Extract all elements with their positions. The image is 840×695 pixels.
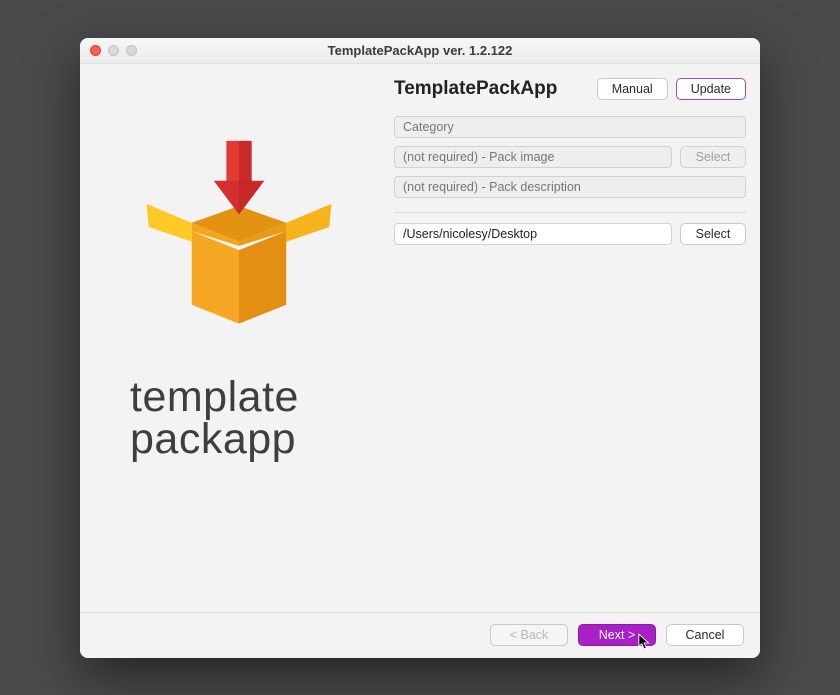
branding-panel: template packapp (94, 74, 384, 612)
window-body: template packapp TemplatePackApp Manual … (80, 64, 760, 612)
app-window: TemplatePackApp ver. 1.2.122 (80, 38, 760, 658)
brand-line2: packapp (130, 418, 299, 460)
divider (394, 212, 746, 213)
output-path-select-button[interactable]: Select (680, 223, 746, 245)
page-title: TemplatePackApp (394, 78, 589, 100)
titlebar: TemplatePackApp ver. 1.2.122 (80, 38, 760, 64)
back-button: < Back (490, 624, 568, 646)
pack-image-input[interactable] (394, 146, 672, 168)
form-header: TemplatePackApp Manual Update (394, 78, 746, 100)
output-path-row: Select (394, 223, 746, 245)
pack-image-select-button[interactable]: Select (680, 146, 746, 168)
box-arrow-icon (134, 122, 344, 332)
form-panel: TemplatePackApp Manual Update Select Sel… (394, 74, 746, 612)
close-icon[interactable] (90, 45, 101, 56)
manual-button[interactable]: Manual (597, 78, 668, 100)
output-path-input[interactable] (394, 223, 672, 245)
cancel-button[interactable]: Cancel (666, 624, 744, 646)
brand-wordmark: template packapp (94, 376, 299, 460)
window-controls (80, 45, 137, 56)
wizard-footer: < Back Next > Cancel (80, 612, 760, 658)
maximize-icon[interactable] (126, 45, 137, 56)
minimize-icon[interactable] (108, 45, 119, 56)
cursor-icon (638, 633, 652, 651)
window-title: TemplatePackApp ver. 1.2.122 (80, 43, 760, 58)
category-input[interactable] (394, 116, 746, 138)
category-row (394, 116, 746, 138)
next-button-label: Next > (599, 628, 635, 642)
pack-description-row (394, 176, 746, 198)
update-button[interactable]: Update (676, 78, 746, 100)
next-button[interactable]: Next > (578, 624, 656, 646)
brand-line1: template (130, 376, 299, 418)
pack-description-input[interactable] (394, 176, 746, 198)
pack-image-row: Select (394, 146, 746, 168)
